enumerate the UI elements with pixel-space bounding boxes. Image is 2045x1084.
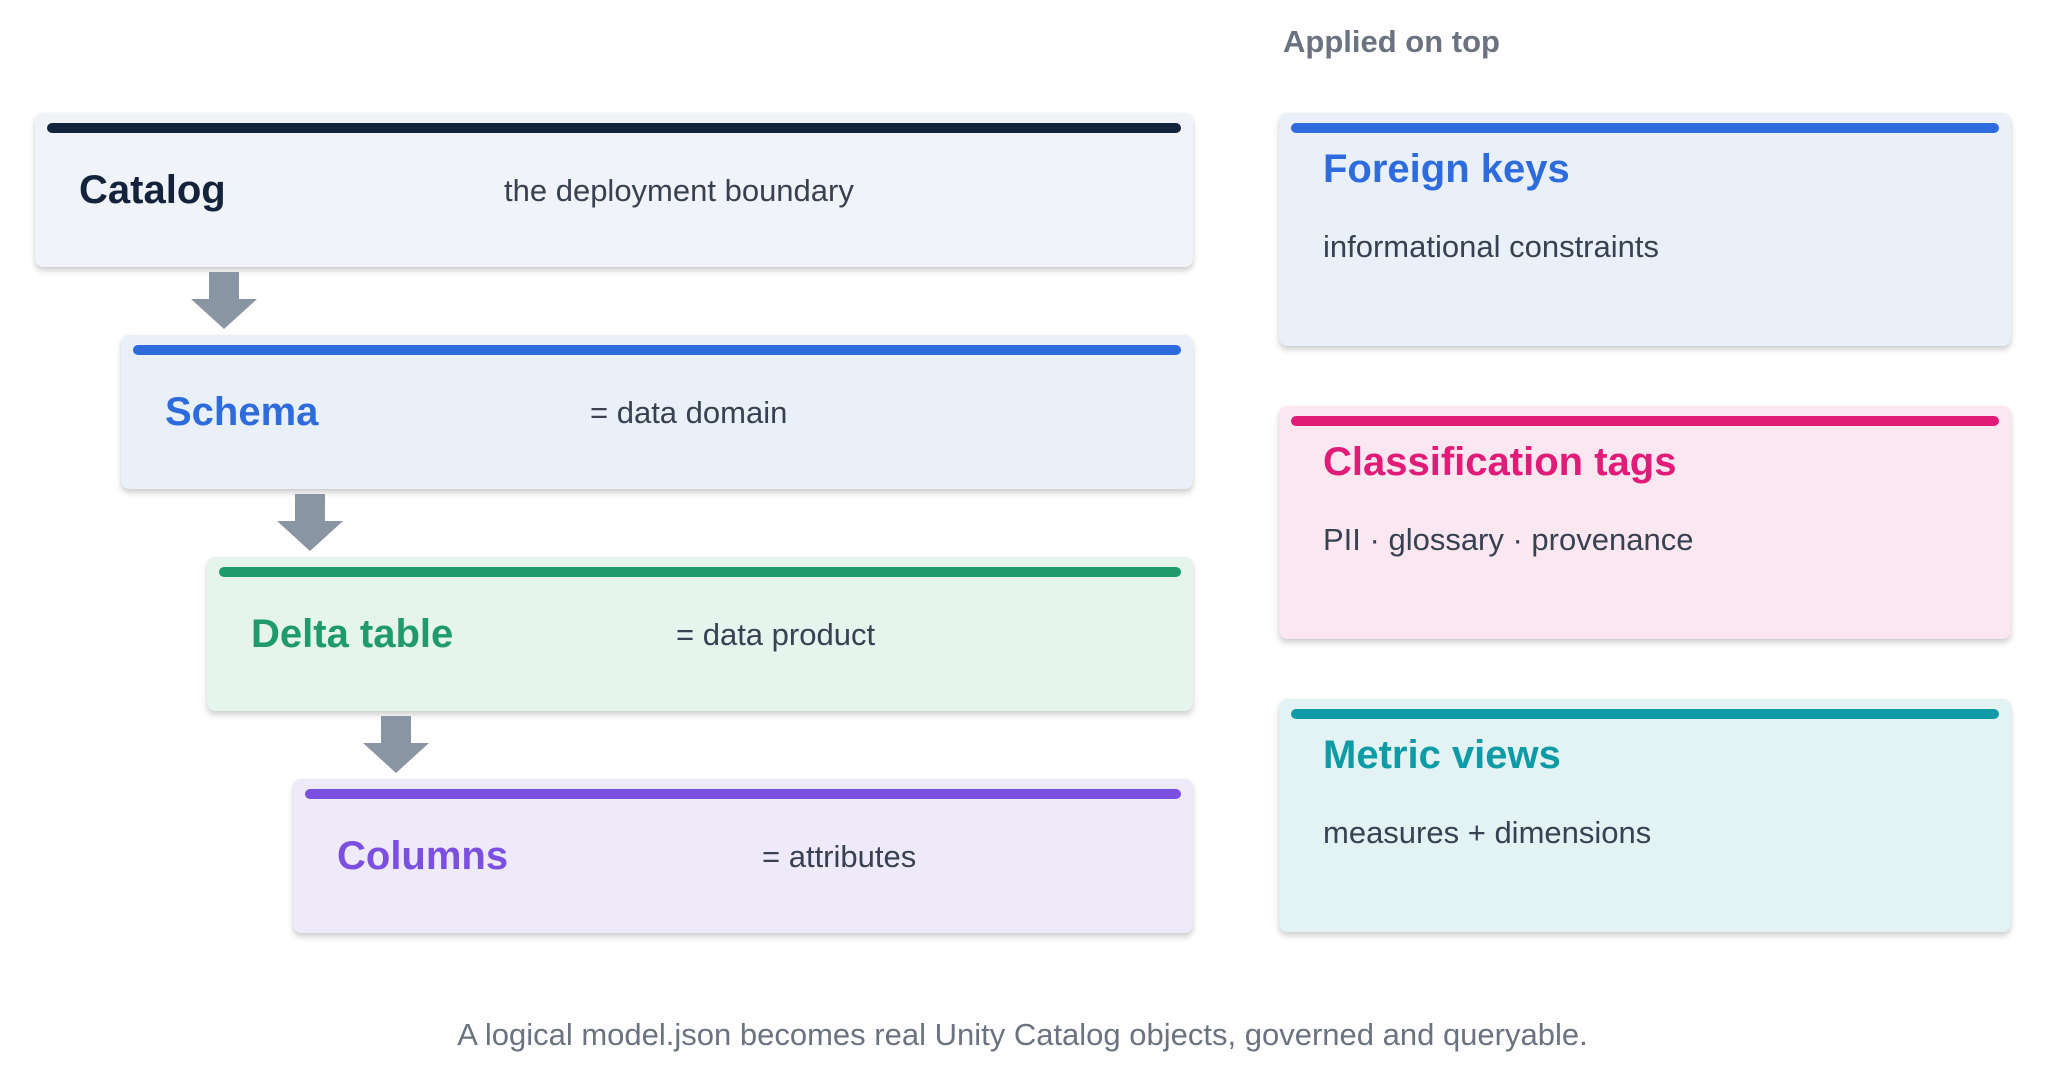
catalog-card: Catalog the deployment boundary bbox=[35, 113, 1193, 267]
catalog-accent-bar bbox=[47, 123, 1181, 133]
classification-tags-card: Classification tags PII · glossary · pro… bbox=[1279, 406, 2011, 639]
arrow-down-icon bbox=[191, 272, 257, 329]
delta-table-accent-bar bbox=[219, 567, 1181, 577]
columns-description: = attributes bbox=[762, 839, 917, 874]
columns-title: Columns bbox=[337, 834, 509, 878]
schema-accent-bar bbox=[133, 345, 1181, 355]
classification-tags-description: PII · glossary · provenance bbox=[1323, 522, 1694, 557]
foreign-keys-card: Foreign keys informational constraints bbox=[1279, 113, 2011, 346]
arrow-down-icon bbox=[277, 494, 343, 551]
classification-tags-title: Classification tags bbox=[1323, 440, 1677, 484]
delta-table-description: = data product bbox=[676, 617, 876, 652]
metric-views-card: Metric views measures + dimensions bbox=[1279, 699, 2011, 932]
metric-views-title: Metric views bbox=[1323, 733, 1561, 777]
schema-description: = data domain bbox=[590, 395, 788, 430]
catalog-description: the deployment boundary bbox=[504, 173, 854, 208]
foreign-keys-accent-bar bbox=[1291, 123, 1999, 133]
classification-tags-accent-bar bbox=[1291, 416, 1999, 426]
schema-card: Schema = data domain bbox=[121, 335, 1193, 489]
metric-views-accent-bar bbox=[1291, 709, 1999, 719]
caption: A logical model.json becomes real Unity … bbox=[457, 1017, 1588, 1052]
foreign-keys-title: Foreign keys bbox=[1323, 147, 1570, 191]
arrow-down-icon bbox=[363, 716, 429, 773]
columns-card: Columns = attributes bbox=[293, 779, 1193, 933]
metric-views-description: measures + dimensions bbox=[1323, 815, 1652, 850]
delta-table-card: Delta table = data product bbox=[207, 557, 1193, 711]
columns-accent-bar bbox=[305, 789, 1181, 799]
applied-heading: Applied on top bbox=[1283, 24, 1500, 59]
catalog-title: Catalog bbox=[79, 168, 226, 212]
foreign-keys-description: informational constraints bbox=[1323, 229, 1659, 264]
schema-title: Schema bbox=[165, 390, 319, 434]
delta-table-title: Delta table bbox=[251, 612, 454, 656]
